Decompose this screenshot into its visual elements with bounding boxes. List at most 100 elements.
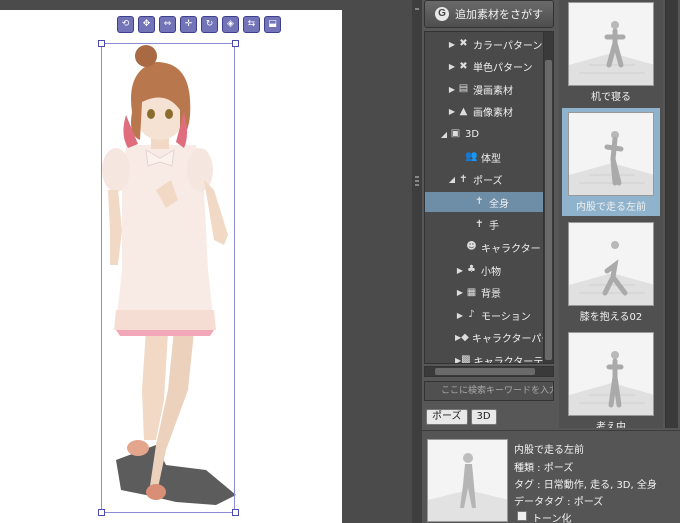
material-thumbnail-list: 机で寝る内股で走る左前 膝を抱える02 考え中 [559, 0, 663, 428]
tree-item[interactable]: ✝ 手 [425, 215, 543, 235]
category-icon: ▦ [466, 286, 477, 298]
tree-item[interactable]: ▶ ✖ 単色パターン [425, 57, 543, 77]
expand-arrow-icon[interactable]: ▶ [447, 40, 457, 49]
tree-item[interactable]: ▶ ▦ 背景 [425, 283, 543, 303]
tree-item-label: キャラクター [481, 243, 541, 255]
tree-scrollbar[interactable] [543, 31, 554, 364]
expand-arrow-icon[interactable]: ▶ [455, 266, 465, 275]
tree-item-label: 小物 [481, 266, 501, 278]
category-icon: ✝ [475, 218, 484, 230]
resize-handle[interactable] [98, 509, 105, 516]
tag-pose[interactable]: ポーズ [426, 409, 468, 425]
ground-snap-icon[interactable]: ⬓ [264, 16, 281, 33]
thumbnail-label: 考え中 [596, 422, 626, 428]
material-thumbnail[interactable]: 考え中 [562, 328, 660, 428]
tree-item-label: 画像素材 [473, 108, 513, 120]
thumbnail-image [568, 332, 654, 416]
resize-handle[interactable] [232, 40, 239, 47]
tag-3d[interactable]: 3D [470, 409, 497, 425]
thumbnail-label: 膝を抱える02 [579, 312, 643, 323]
detail-tags: タグ : 日常動作, 走る, 3D, 全身 [514, 480, 657, 491]
tree-item[interactable]: ✝ 全身 [425, 192, 543, 213]
tree-item[interactable]: ▶ ▲ 画像素材 [425, 102, 543, 122]
3d-object-launcher: ⟲ ✥ ⇔ ✛ ↻ ◈ ⇆ ⬓ [117, 16, 281, 36]
thumbnail-image [568, 112, 654, 196]
category-icon: ✝ [459, 173, 468, 185]
category-icon: ✝ [475, 196, 484, 208]
category-icon: ◆ [461, 331, 469, 343]
tree-item[interactable]: ▶◆キャラクターパーツ [425, 328, 543, 348]
camera-dolly-icon[interactable]: ⇔ [159, 16, 176, 33]
tree-item[interactable]: 👥 体型 [425, 147, 543, 167]
panel-divider[interactable] [412, 0, 422, 523]
selection-bounding-box[interactable] [101, 43, 235, 513]
category-icon: ✖ [459, 38, 468, 49]
category-icon: ♪ [468, 309, 475, 321]
detail-title: 内股で走る左前 [514, 445, 584, 456]
collapse-arrow-icon[interactable]: ◢ [447, 175, 457, 184]
object-scale-icon[interactable]: ◈ [222, 16, 239, 33]
keyword-search-input[interactable]: ここに検索キーワードを入力して [424, 381, 554, 401]
tree-item-label: キャラクターパーツ [471, 334, 543, 346]
thumbnail-label: 机で寝る [591, 92, 631, 103]
camera-pan-icon[interactable]: ✥ [138, 16, 155, 33]
material-thumbnail[interactable]: 内股で走る左前 [562, 108, 660, 216]
object-move-icon[interactable]: ✛ [180, 16, 197, 33]
tree-item-label: カラーパターン [473, 40, 543, 52]
search-magnify-icon: G [435, 7, 449, 21]
material-thumbnail[interactable]: 机で寝る [562, 0, 660, 106]
tree-item[interactable]: ☻ キャラクター [425, 237, 543, 257]
search-more-materials-button[interactable]: G 追加素材をさがす [424, 0, 554, 28]
tree-horizontal-thumb[interactable] [435, 368, 535, 375]
tree-item[interactable]: ▶ ▤ 漫画素材 [425, 79, 543, 99]
tree-item-label: モーション [481, 311, 531, 323]
tree-item-label: 体型 [481, 153, 501, 165]
tree-horizontal-scrollbar[interactable] [424, 366, 554, 377]
category-icon: ☻ [466, 241, 477, 253]
tree-item[interactable]: ▶ ♣ 小物 [425, 260, 543, 280]
material-detail-pane: 内股で走る左前 種類 : ポーズ タグ : 日常動作, 走る, 3D, 全身 デ… [422, 430, 680, 523]
detail-kind: 種類 : ポーズ [514, 463, 574, 474]
tree-item[interactable]: ▶▩キャラクターテクスチャ [425, 350, 544, 364]
search-button-label: 追加素材をさがす [455, 9, 543, 21]
tree-scrollbar-thumb[interactable] [545, 60, 552, 360]
object-rotate-icon[interactable]: ↻ [201, 16, 218, 33]
resize-handle[interactable] [232, 509, 239, 516]
tag-filter-bar: ポーズ 3D [426, 409, 497, 425]
tree-item[interactable]: ▶ ♪ モーション [425, 305, 543, 325]
category-icon: ▩ [461, 354, 471, 364]
expand-arrow-icon[interactable]: ▶ [455, 311, 465, 320]
material-category-tree: ▶ ✖ カラーパターン ▶ ✖ 単色パターン ▶ ▤ 漫画素材 ▶ ▲ 画像素材 ◢ ▣ 3D 👥 体型 ◢ ✝ ポー… [424, 31, 544, 364]
tone-checkbox[interactable] [517, 511, 527, 521]
thumbnail-scrollbar[interactable] [665, 0, 678, 428]
tone-checkbox-label: トーン化 [532, 514, 572, 523]
resize-handle[interactable] [98, 40, 105, 47]
detail-data-tags: データタグ : ポーズ [514, 497, 604, 508]
tree-item-label: 3D [465, 128, 480, 140]
tree-item[interactable]: ◢ ▣ 3D [425, 124, 543, 144]
collapse-arrow-icon[interactable]: ◢ [439, 130, 449, 139]
thumbnail-image [568, 222, 654, 306]
tree-item-label: 背景 [481, 289, 501, 301]
expand-arrow-icon[interactable]: ▶ [447, 107, 457, 116]
category-icon: ▤ [458, 83, 469, 95]
thumbnail-image [568, 2, 654, 86]
tree-item-label: 漫画素材 [473, 85, 513, 97]
expand-arrow-icon[interactable]: ▶ [447, 62, 457, 71]
expand-arrow-icon[interactable]: ▶ [455, 288, 465, 297]
tree-item-label: キャラクターテクスチャ [473, 356, 544, 364]
thumbnail-label: 内股で走る左前 [576, 202, 646, 213]
tree-item[interactable]: ▶ ✖ カラーパターン [425, 34, 543, 54]
category-icon: ▲ [459, 105, 468, 117]
tree-item-label: 全身 [489, 198, 509, 210]
expand-arrow-icon[interactable]: ▶ [447, 85, 457, 94]
camera-rotate-icon[interactable]: ⟲ [117, 16, 134, 33]
detail-preview-image [427, 439, 508, 522]
category-icon: ♣ [467, 264, 476, 275]
category-icon: ▣ [450, 128, 461, 140]
canvas-area: ⟲ ✥ ⇔ ✛ ↻ ◈ ⇆ ⬓ [0, 0, 412, 523]
object-flip-icon[interactable]: ⇆ [243, 16, 260, 33]
category-icon: ✖ [459, 60, 468, 72]
tree-item[interactable]: ◢ ✝ ポーズ [425, 170, 543, 190]
material-thumbnail[interactable]: 膝を抱える02 [562, 218, 660, 326]
